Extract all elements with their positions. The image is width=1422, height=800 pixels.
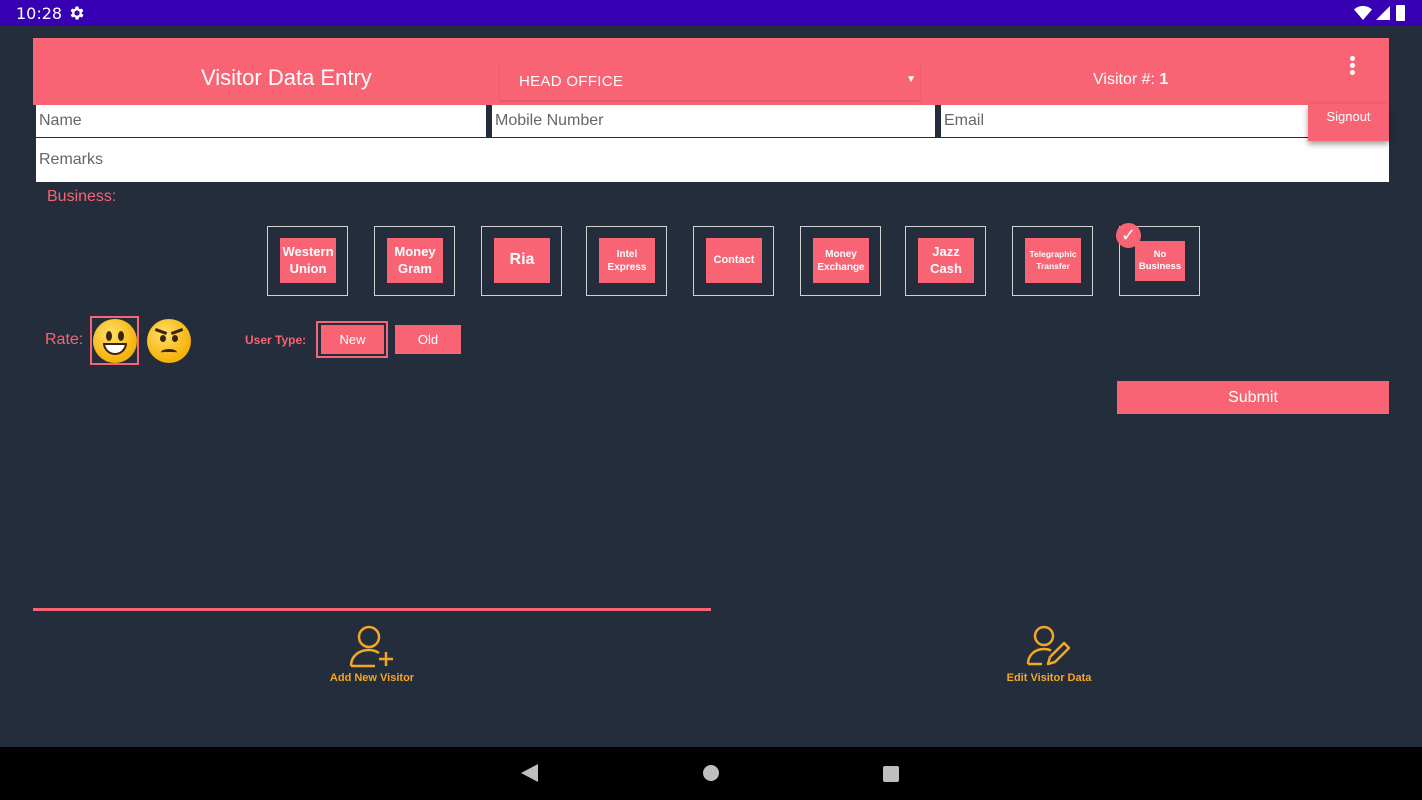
rate-label: Rate: (45, 331, 84, 348)
user-type-new-button[interactable]: New (321, 325, 384, 354)
angry-face-icon[interactable] (147, 319, 191, 363)
tile-label-line1: Western (282, 243, 334, 259)
tab-edit-visitor-data[interactable]: Edit Visitor Data (949, 624, 1149, 684)
active-tab-indicator (33, 608, 711, 611)
tab-add-new-visitor[interactable]: Add New Visitor (272, 624, 472, 684)
edit-user-icon (1026, 625, 1071, 666)
branch-dropdown[interactable]: HEAD OFFICE ▼ (500, 62, 920, 100)
recents-icon[interactable] (883, 766, 899, 782)
dropdown-arrow-icon: ▼ (906, 74, 916, 85)
tile-label-line2: Exchange (817, 261, 865, 273)
business-option-ria[interactable]: Ria (481, 226, 562, 296)
visitor-counter-label: Visitor #: (1093, 71, 1160, 88)
tab-edit-visitor-data-label: Edit Visitor Data (1006, 672, 1092, 684)
wifi-icon (1354, 6, 1372, 20)
user-type-label: User Type: (245, 333, 307, 347)
business-option-no-business[interactable]: No Business ✓ (1116, 223, 1200, 296)
visitor-counter-value: 1 (1159, 71, 1169, 88)
bottom-navigation: Add New Visitor Edit Visitor Data (33, 608, 1389, 708)
business-option-money-gram[interactable]: Money Gram (374, 226, 455, 296)
selected-check-icon: ✓ (1116, 223, 1141, 248)
mobile-number-field[interactable] (490, 105, 935, 137)
business-option-intel-express[interactable]: Intel Express (586, 226, 667, 296)
tile-label-line2: Union (289, 260, 327, 276)
signal-icon (1376, 6, 1390, 20)
tile-label-line1: Contact (713, 254, 755, 267)
business-option-telegraphic-transfer[interactable]: Telegraphic Transfer (1012, 226, 1093, 296)
tile-label-line1: Money (394, 243, 436, 259)
remarks-field[interactable] (36, 138, 1389, 182)
branch-selected-value: HEAD OFFICE (519, 73, 624, 90)
add-user-icon (349, 625, 393, 668)
business-option-jazz-cash[interactable]: Jazz Cash (905, 226, 986, 296)
tile-label-line2: Transfer (1036, 260, 1070, 271)
status-bar: 10:28 (0, 0, 1422, 26)
business-label: Business: (47, 188, 117, 205)
tile-label-line2: Cash (930, 260, 962, 276)
overflow-menu-icon[interactable] (1347, 56, 1357, 78)
signout-menu-item[interactable]: Signout (1308, 104, 1389, 141)
home-icon[interactable] (703, 765, 719, 781)
business-option-western-union[interactable]: Western Union (267, 226, 348, 296)
tile-label-line1: No (1153, 248, 1167, 260)
page-title: Visitor Data Entry (201, 65, 372, 90)
back-icon[interactable] (521, 764, 538, 782)
business-option-money-exchange[interactable]: Money Exchange (800, 226, 881, 296)
name-field[interactable] (36, 105, 486, 137)
business-option-contact[interactable]: Contact (693, 226, 774, 296)
system-navigation-bar (0, 747, 1422, 800)
submit-button[interactable]: Submit (1117, 381, 1389, 414)
tile-label-line1: Telegraphic (1029, 249, 1077, 260)
tile-label-line1: Ria (509, 251, 535, 269)
user-type-old-button[interactable]: Old (395, 325, 461, 354)
tile-label-line2: Express (607, 261, 647, 273)
tile-label-line1: Intel (616, 248, 638, 260)
tile-label-line2: Gram (398, 260, 432, 276)
battery-icon (1396, 5, 1405, 21)
toolbar: Visitor Data Entry HEAD OFFICE ▼ Visitor… (33, 38, 1389, 105)
visitor-counter: Visitor #: 1 (1093, 71, 1168, 89)
tile-label-line1: Money (825, 248, 857, 260)
settings-gear-icon (70, 6, 84, 20)
email-field[interactable] (939, 105, 1309, 137)
tab-add-new-visitor-label: Add New Visitor (329, 672, 415, 684)
tile-label-line2: Business (1138, 261, 1182, 272)
tile-label-line1: Jazz (932, 243, 960, 259)
happy-face-icon[interactable] (93, 319, 137, 363)
status-time: 10:28 (16, 4, 63, 23)
